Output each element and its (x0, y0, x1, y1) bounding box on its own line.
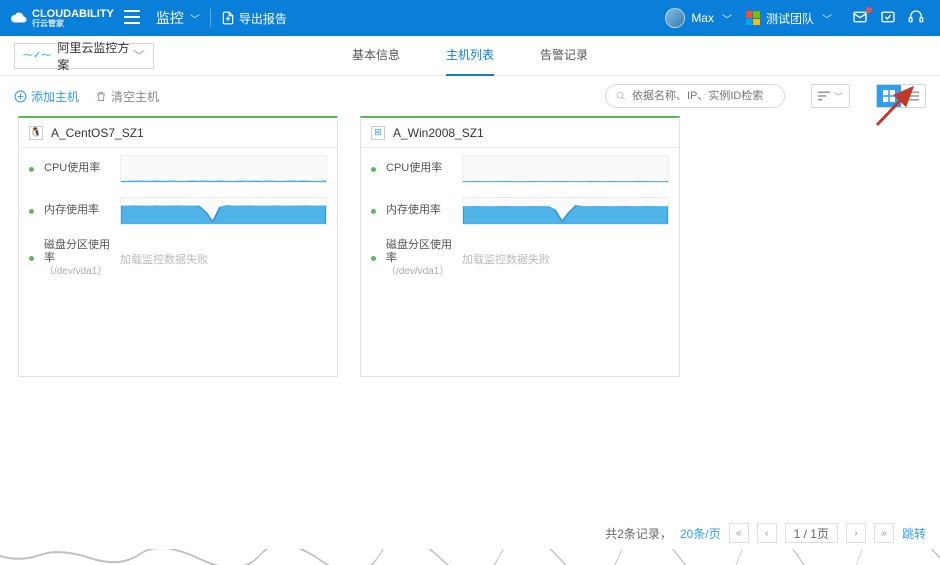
tab-alarms[interactable]: 告警记录 (540, 36, 588, 76)
sort-chevron-icon: ﹀ (834, 90, 843, 103)
brand-text: CLOUDABILITY (32, 9, 114, 20)
sort-button[interactable]: ﹀ (811, 84, 850, 108)
top-header: CLOUDABILITY 行云管家 监控 ﹀ 导出报告 Max ﹀ 测试团队 ﹀ (0, 0, 940, 36)
records-text: 共2条记录， (605, 525, 672, 542)
grid-view-button[interactable] (877, 85, 901, 107)
title-chevron-icon[interactable]: ﹀ (190, 11, 200, 26)
export-icon (221, 11, 235, 25)
scheme-label: 阿里云监控方案 (57, 39, 133, 73)
metric-cpu: CPU使用率 (361, 148, 679, 190)
page-first-button[interactable]: « (729, 523, 749, 543)
pagination: 共2条记录， 20条/页 « ‹ 1 / 1页 › » 跳转 (605, 523, 926, 543)
menu-icon[interactable] (124, 10, 140, 27)
per-page-select[interactable]: 20条/页 (680, 525, 721, 542)
os-icon: 🐧 (29, 126, 43, 140)
metric-label: 磁盘分区使用率（/dev/vda1） (44, 239, 120, 279)
host-cards: 🐧A_CentOS7_SZ1CPU使用率内存使用率磁盘分区使用率（/dev/vd… (0, 116, 940, 377)
page-title: 监控 (156, 8, 184, 28)
page-next-button[interactable]: › (846, 523, 866, 543)
metric-label: 磁盘分区使用率（/dev/vda1） (386, 239, 462, 279)
cpu-chart (120, 155, 327, 183)
add-host-label: 添加主机 (31, 88, 79, 105)
avatar (665, 8, 685, 28)
plus-circle-icon (14, 90, 27, 103)
clear-hosts-button[interactable]: 清空主机 (95, 88, 159, 105)
metric-error: 加载监控数据失败 (120, 251, 327, 267)
user-menu[interactable]: Max ﹀ (665, 8, 732, 28)
scheme-chevron-icon: ﹀ (133, 47, 145, 64)
status-dot (371, 167, 376, 172)
tab-basic[interactable]: 基本信息 (352, 36, 400, 76)
clear-hosts-label: 清空主机 (111, 88, 159, 105)
metric-mem: 内存使用率 (361, 190, 679, 232)
metric-label: CPU使用率 (44, 162, 120, 175)
mem-chart (462, 197, 669, 225)
status-dot (29, 209, 34, 214)
brand-subtext: 行云管家 (32, 20, 114, 28)
team-chevron-icon: ﹀ (822, 11, 832, 26)
metric-mem: 内存使用率 (19, 190, 337, 232)
user-chevron-icon: ﹀ (722, 11, 732, 26)
metric-cpu: CPU使用率 (19, 148, 337, 190)
headset-icon[interactable] (908, 9, 924, 28)
sub-header: ⁓✓⁓ 阿里云监控方案 ﹀ 基本信息 主机列表 告警记录 (0, 36, 940, 76)
trash-icon (95, 90, 107, 103)
host-name: A_CentOS7_SZ1 (51, 126, 144, 140)
export-label: 导出报告 (239, 10, 287, 27)
notification-dot (866, 7, 872, 13)
search-icon (616, 90, 626, 102)
add-host-button[interactable]: 添加主机 (14, 88, 79, 105)
grid-icon (883, 90, 895, 102)
export-report-button[interactable]: 导出报告 (221, 10, 287, 27)
status-dot (371, 256, 376, 261)
status-dot (29, 256, 34, 261)
team-icon (746, 11, 760, 25)
view-toggle (876, 84, 926, 108)
list-view-button[interactable] (901, 85, 925, 107)
status-dot (371, 209, 376, 214)
header-divider (210, 9, 211, 27)
scheme-select[interactable]: ⁓✓⁓ 阿里云监控方案 ﹀ (14, 43, 154, 69)
page-current: 1 / 1页 (785, 523, 838, 543)
metric-label: CPU使用率 (386, 162, 462, 175)
metric-label: 内存使用率 (44, 204, 120, 217)
status-dot (29, 167, 34, 172)
user-name: Max (691, 11, 714, 25)
metric-disk: 磁盘分区使用率（/dev/vda1）加载监控数据失败 (361, 232, 679, 286)
host-card-header: ⊞ A_Win2008_SZ1 (361, 118, 679, 148)
host-card[interactable]: ⊞ A_Win2008_SZ1 CPU使用率内存使用率磁盘分区使用率（/dev/vd… (360, 116, 680, 377)
pulse-icon: ⁓✓⁓ (23, 50, 51, 61)
page-prev-button[interactable]: ‹ (757, 523, 777, 543)
mail-icon[interactable] (852, 9, 868, 28)
metric-error: 加载监控数据失败 (462, 251, 669, 267)
metric-label: 内存使用率 (386, 204, 462, 217)
search-input[interactable] (632, 90, 774, 102)
host-card-header: 🐧 A_CentOS7_SZ1 (19, 118, 337, 148)
check-mail-icon[interactable] (880, 9, 896, 28)
cloud-icon (10, 9, 28, 27)
cpu-chart (462, 155, 669, 183)
host-name: A_Win2008_SZ1 (393, 126, 484, 140)
os-icon: ⊞ (371, 126, 385, 140)
page-last-button[interactable]: » (874, 523, 894, 543)
search-box[interactable] (605, 84, 785, 108)
torn-edge (0, 549, 940, 565)
metric-disk: 磁盘分区使用率（/dev/vda1）加载监控数据失败 (19, 232, 337, 286)
sort-icon (818, 91, 830, 101)
tab-hosts[interactable]: 主机列表 (446, 36, 494, 76)
brand-logo[interactable]: CLOUDABILITY 行云管家 (10, 9, 114, 28)
list-icon (907, 91, 919, 101)
team-menu[interactable]: 测试团队 ﹀ (746, 10, 832, 27)
host-card[interactable]: 🐧 A_CentOS7_SZ1 CPU使用率内存使用率磁盘分区使用率（/dev/vd… (18, 116, 338, 377)
mem-chart (120, 197, 327, 225)
team-name: 测试团队 (766, 10, 814, 27)
page-jump-button[interactable]: 跳转 (902, 525, 926, 542)
toolbar: 添加主机 清空主机 ﹀ (0, 76, 940, 116)
tabs: 基本信息 主机列表 告警记录 (352, 36, 588, 76)
